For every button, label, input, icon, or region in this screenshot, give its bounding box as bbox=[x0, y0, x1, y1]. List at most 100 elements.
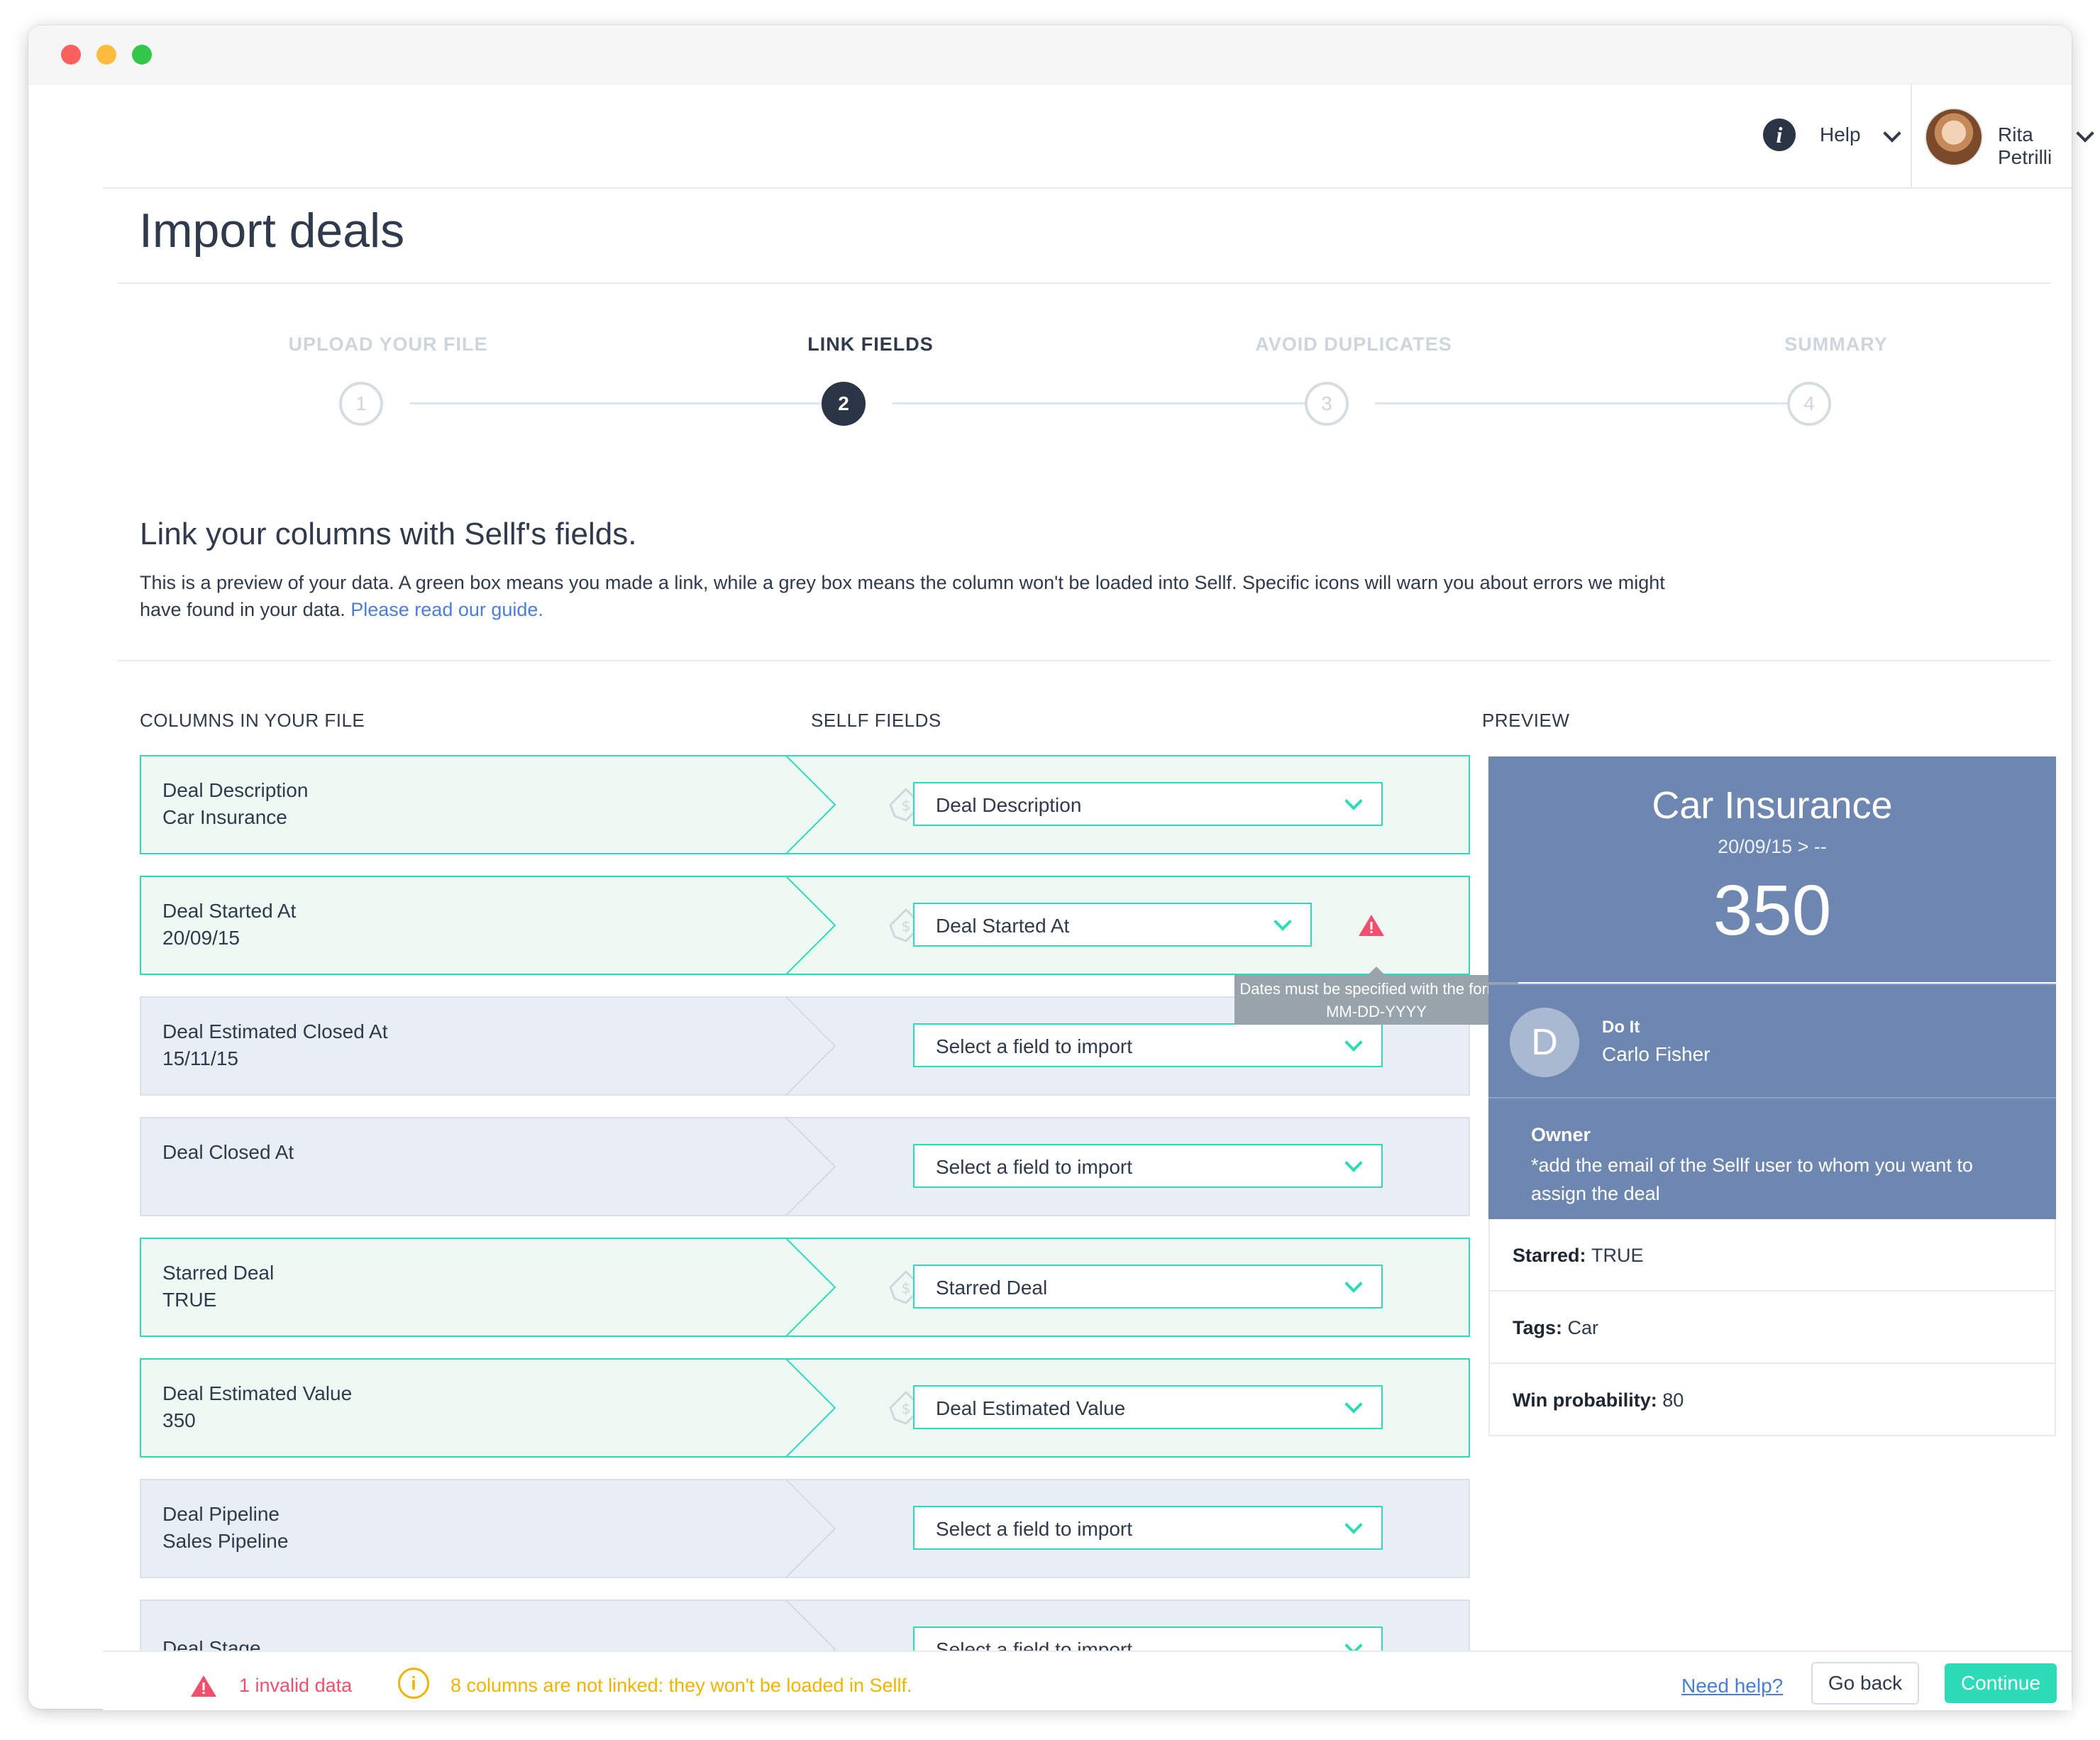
preview-owner: Owner *add the email of the Sellf user t… bbox=[1488, 1097, 2056, 1221]
chevron-down-icon bbox=[1273, 913, 1292, 931]
action-title: Do It bbox=[1602, 1018, 1640, 1037]
column-value: 20/09/15 bbox=[162, 927, 240, 949]
row-arrow bbox=[785, 755, 836, 854]
step-label-link-fields: LINK FIELDS bbox=[807, 334, 934, 355]
field-select[interactable]: Deal Description bbox=[913, 782, 1383, 826]
action-avatar: D bbox=[1510, 1008, 1579, 1077]
preview-header-card: Car Insurance 20/09/15 > -- 350 bbox=[1488, 756, 2056, 982]
section-title: Link your columns with Sellf's fields. bbox=[140, 517, 637, 551]
step-3-circle: 3 bbox=[1305, 382, 1349, 426]
chevron-down-icon[interactable] bbox=[2076, 124, 2094, 143]
field-select[interactable]: Deal Estimated Value bbox=[913, 1385, 1383, 1429]
column-value: 350 bbox=[162, 1409, 196, 1431]
column-value: 15/11/15 bbox=[162, 1047, 238, 1069]
field-select[interactable]: Starred Deal bbox=[913, 1265, 1383, 1309]
preview-date: 20/09/15 > -- bbox=[1718, 836, 1827, 857]
column-name: Deal Estimated Value bbox=[162, 1382, 353, 1404]
mapping-row: Starred Deal TRUE $ Starred Deal bbox=[140, 1238, 1470, 1337]
app-content: i Help Rita Petrilli Import deals UPLOAD… bbox=[28, 26, 2094, 1710]
fields-header: SELLF FIELDS bbox=[811, 710, 941, 731]
chevron-down-icon bbox=[1344, 1033, 1363, 1052]
owner-title: Owner bbox=[1531, 1124, 1591, 1145]
step-connector bbox=[892, 402, 1332, 404]
chevron-down-icon bbox=[1344, 1395, 1363, 1414]
column-value: TRUE bbox=[162, 1289, 217, 1311]
step-label-avoid-duplicates: AVOID DUPLICATES bbox=[1255, 334, 1452, 355]
need-help-link[interactable]: Need help? bbox=[1681, 1675, 1783, 1697]
column-name: Deal Estimated Closed At bbox=[162, 1020, 388, 1042]
chevron-down-icon bbox=[1344, 1636, 1363, 1652]
section-description: This is a preview of your data. A green … bbox=[140, 569, 1701, 623]
row-arrow bbox=[785, 1358, 836, 1458]
column-name: Deal Started At bbox=[162, 900, 297, 922]
row-arrow bbox=[785, 1238, 836, 1337]
warning-icon bbox=[191, 1675, 216, 1697]
step-label-upload: UPLOAD YOUR FILE bbox=[288, 334, 488, 355]
continue-button[interactable]: Continue bbox=[1945, 1663, 2057, 1703]
field-select-value: Deal Description bbox=[936, 794, 1082, 816]
field-select-value: Deal Estimated Value bbox=[936, 1397, 1126, 1419]
row-arrow bbox=[785, 1117, 836, 1216]
mapping-row: Deal Description Car Insurance $ Deal De… bbox=[140, 755, 1470, 854]
info-icon[interactable]: i bbox=[1763, 119, 1796, 151]
row-arrow bbox=[785, 1599, 836, 1652]
row-arrow bbox=[785, 996, 836, 1096]
tags-field: Tags: Car bbox=[1513, 1317, 1598, 1339]
title-divider bbox=[118, 282, 2050, 284]
svg-text:$: $ bbox=[902, 1400, 911, 1417]
win-field: Win probability: 80 bbox=[1513, 1389, 1684, 1411]
invalid-data-count[interactable]: 1 invalid data bbox=[239, 1675, 352, 1697]
field-select[interactable]: Select a field to import bbox=[913, 1023, 1383, 1067]
step-4-circle: 4 bbox=[1787, 382, 1831, 426]
owner-note: *add the email of the Sellf user to whom… bbox=[1531, 1155, 1973, 1204]
mapping-row: Deal Stage Select a field to import bbox=[140, 1599, 1470, 1652]
chevron-down-icon bbox=[1344, 1154, 1363, 1172]
unlinked-columns-notice: 8 columns are not linked: they won't be … bbox=[451, 1675, 912, 1696]
step-connector bbox=[410, 402, 850, 404]
column-name: Deal Closed At bbox=[162, 1141, 294, 1163]
column-name: Deal Pipeline bbox=[162, 1503, 280, 1525]
column-name: Deal Stage bbox=[162, 1637, 261, 1652]
mapping-row: Deal Started At 20/09/15 $ Deal Started … bbox=[140, 876, 1470, 975]
field-select-value: Select a field to import bbox=[936, 1035, 1133, 1057]
field-select[interactable]: Select a field to import bbox=[913, 1506, 1383, 1550]
field-select[interactable]: Deal Started At bbox=[913, 903, 1312, 947]
tags-value: Car bbox=[1567, 1317, 1599, 1338]
step-label-summary: SUMMARY bbox=[1784, 334, 1888, 355]
go-back-button[interactable]: Go back bbox=[1811, 1662, 1919, 1705]
topbar-divider bbox=[1911, 84, 1912, 187]
starred-field: Starred: TRUE bbox=[1513, 1245, 1644, 1267]
mapping-row: Deal Closed At Select a field to import bbox=[140, 1117, 1470, 1216]
field-select-value: Deal Started At bbox=[936, 915, 1070, 937]
tooltip-arrow bbox=[1368, 967, 1385, 975]
step-1-circle: 1 bbox=[339, 382, 383, 426]
avatar[interactable] bbox=[1925, 108, 1983, 166]
row-arrow bbox=[785, 1479, 836, 1578]
columns-header: COLUMNS IN YOUR FILE bbox=[140, 710, 365, 731]
starred-value: TRUE bbox=[1591, 1245, 1644, 1266]
mapping-rows: Deal Description Car Insurance $ Deal De… bbox=[140, 755, 1470, 1652]
chevron-down-icon bbox=[1344, 792, 1363, 810]
preview-action: D Do It Carlo Fisher bbox=[1488, 984, 2056, 1097]
chevron-down-icon[interactable] bbox=[1883, 124, 1901, 143]
win-value: 80 bbox=[1662, 1389, 1684, 1411]
top-bar: i Help Rita Petrilli bbox=[103, 84, 2094, 189]
user-menu[interactable]: Rita Petrilli bbox=[1998, 123, 2072, 169]
preview-win-probability: Win probability: 80 bbox=[1488, 1364, 2056, 1436]
mapping-row: Deal Estimated Value 350 $ Deal Estimate… bbox=[140, 1358, 1470, 1458]
help-menu[interactable]: Help bbox=[1820, 123, 1861, 146]
step-connector bbox=[1375, 402, 1815, 404]
column-value: Car Insurance bbox=[162, 806, 287, 828]
preview-starred: Starred: TRUE bbox=[1488, 1219, 2056, 1292]
mapping-row: Deal Pipeline Sales Pipeline Select a fi… bbox=[140, 1479, 1470, 1578]
guide-link[interactable]: Please read our guide. bbox=[350, 599, 543, 620]
chevron-down-icon bbox=[1344, 1274, 1363, 1293]
action-user: Carlo Fisher bbox=[1602, 1043, 1711, 1065]
info-icon: i bbox=[398, 1668, 429, 1699]
field-select[interactable]: Select a field to import bbox=[913, 1144, 1383, 1188]
svg-text:$: $ bbox=[902, 1279, 911, 1296]
field-select[interactable]: Select a field to import bbox=[913, 1626, 1383, 1652]
field-select-value: Select a field to import bbox=[936, 1518, 1133, 1540]
warning-icon[interactable] bbox=[1357, 913, 1386, 938]
row-arrow bbox=[785, 876, 836, 975]
